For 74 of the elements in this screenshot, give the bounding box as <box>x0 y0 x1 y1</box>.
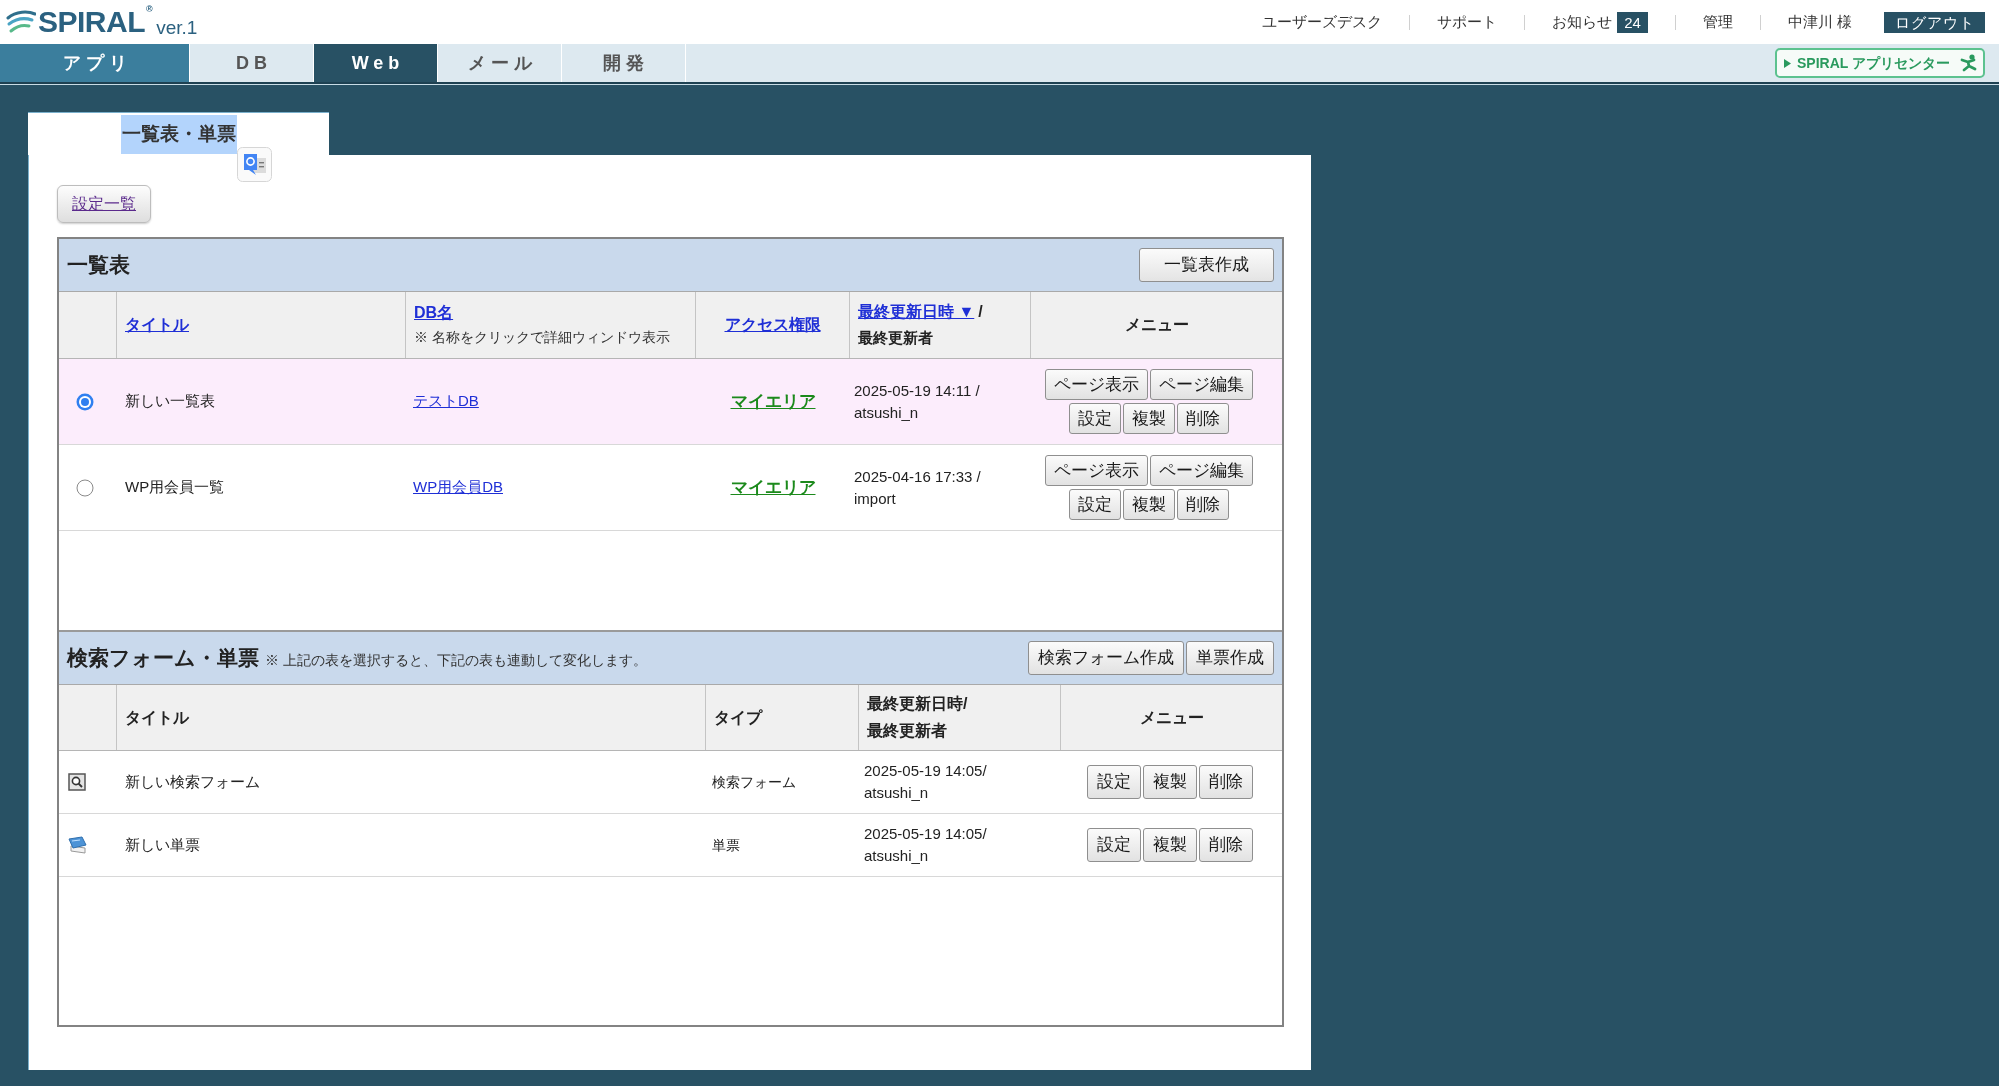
column-header: タイトル <box>125 707 189 728</box>
db-link[interactable]: テストDB <box>413 390 479 413</box>
version-label: ver.1 <box>156 17 198 37</box>
create-button[interactable]: 一覧表作成 <box>1139 248 1274 282</box>
header-link[interactable]: サポート <box>1437 10 1498 34</box>
updater-name: atsushi_n <box>864 783 930 803</box>
nav-tab[interactable]: アプリ <box>0 44 190 82</box>
logo-text: SPIRAL$^{®}$ <box>38 7 153 37</box>
column-header: / <box>978 302 983 323</box>
column-header: タイプ <box>714 707 762 728</box>
create-button[interactable]: 単票作成 <box>1186 641 1274 675</box>
updated-time: 2025-04-16 17:33 / <box>854 466 982 487</box>
row-title: 新しい単票 <box>125 834 200 855</box>
column-header: メニュー <box>1139 707 1204 728</box>
row-action-button[interactable]: 複製 <box>1142 765 1197 799</box>
row-title: 新しい検索フォーム <box>125 771 260 792</box>
updated-time: 2025-05-19 14:05/ <box>864 824 988 845</box>
row-action-button[interactable]: 複製 <box>1122 403 1175 434</box>
row-action-button[interactable]: 複製 <box>1142 828 1197 862</box>
radio-button[interactable] <box>76 478 94 497</box>
updater-name: import <box>854 488 897 509</box>
section-title: 一覧表 <box>67 252 130 279</box>
sort-link[interactable]: アクセス権限 <box>724 313 821 337</box>
row-action-button[interactable]: 設定 <box>1086 828 1141 862</box>
column-header: 最終更新者 <box>858 328 933 349</box>
header-link[interactable]: ユーザーズデスク <box>1262 10 1383 34</box>
row-action-button[interactable]: 複製 <box>1122 489 1175 520</box>
row-action-button[interactable]: ページ表示 <box>1044 369 1148 400</box>
settings-list-button[interactable]: 設定一覧 <box>57 185 151 223</box>
row-action-button[interactable]: 削除 <box>1198 828 1253 862</box>
row-title: 新しい一覧表 <box>125 391 215 412</box>
swirl-logo-icon <box>6 9 36 35</box>
header-link[interactable]: お知らせ <box>1552 10 1613 34</box>
section-note: ※ 上記の表を選択すると、下記の表も連動して変化します。 <box>265 651 647 671</box>
section-title: 検索フォーム・単票 <box>67 645 259 672</box>
row-action-button[interactable]: ページ編集 <box>1149 369 1253 400</box>
header-link[interactable]: 中津川 様 <box>1787 10 1852 34</box>
create-button[interactable]: 検索フォーム作成 <box>1028 641 1184 675</box>
column-header: 最終更新者 <box>867 721 947 741</box>
row-action-button[interactable]: 設定 <box>1068 403 1121 434</box>
updated-time: 2025-05-19 14:11 / <box>854 380 981 401</box>
column-note: ※ 名称をクリックで詳細ウィンドウ表示 <box>414 329 670 348</box>
sort-link[interactable]: タイトル <box>125 313 189 337</box>
figure-icon <box>1960 54 1977 72</box>
row-action-button[interactable]: 設定 <box>1086 765 1141 799</box>
row-action-button[interactable]: 削除 <box>1198 765 1253 799</box>
row-action-button[interactable]: ページ編集 <box>1149 455 1253 486</box>
header-link[interactable]: 管理 <box>1702 10 1733 34</box>
page-tab[interactable]: 一覧表・単票 <box>120 114 237 154</box>
updater-name: atsushi_n <box>854 402 920 423</box>
nav-tab[interactable]: Web <box>314 44 438 82</box>
sort-link[interactable]: DB名 <box>414 301 454 326</box>
translate-icon[interactable] <box>237 147 272 182</box>
updated-time: 2025-05-19 14:05/ <box>864 761 988 782</box>
row-action-button[interactable]: 設定 <box>1068 489 1121 520</box>
row-type: 検索フォーム <box>712 772 796 792</box>
access-link[interactable]: マイエリア <box>730 474 816 501</box>
row-action-button[interactable]: 削除 <box>1176 489 1229 520</box>
sort-link[interactable]: 最終更新日時 ▼ <box>858 300 975 325</box>
db-link[interactable]: WP用会員DB <box>413 476 503 499</box>
updater-name: atsushi_n <box>864 846 930 866</box>
count-badge: 24 <box>1617 11 1648 33</box>
card-icon <box>68 836 88 854</box>
column-header: 最終更新日時/ <box>867 694 968 714</box>
radio-button[interactable] <box>76 392 94 411</box>
logout-button[interactable]: ログアウト <box>1884 11 1985 33</box>
play-triangle-icon <box>1784 58 1791 68</box>
row-action-button[interactable]: ページ表示 <box>1044 455 1148 486</box>
magnifier-page-icon <box>68 773 86 791</box>
row-action-button[interactable]: 削除 <box>1176 403 1229 434</box>
row-title: WP用会員一覧 <box>125 477 225 498</box>
row-type: 単票 <box>712 835 740 855</box>
access-link[interactable]: マイエリア <box>730 388 816 415</box>
column-header: メニュー <box>1124 315 1189 335</box>
